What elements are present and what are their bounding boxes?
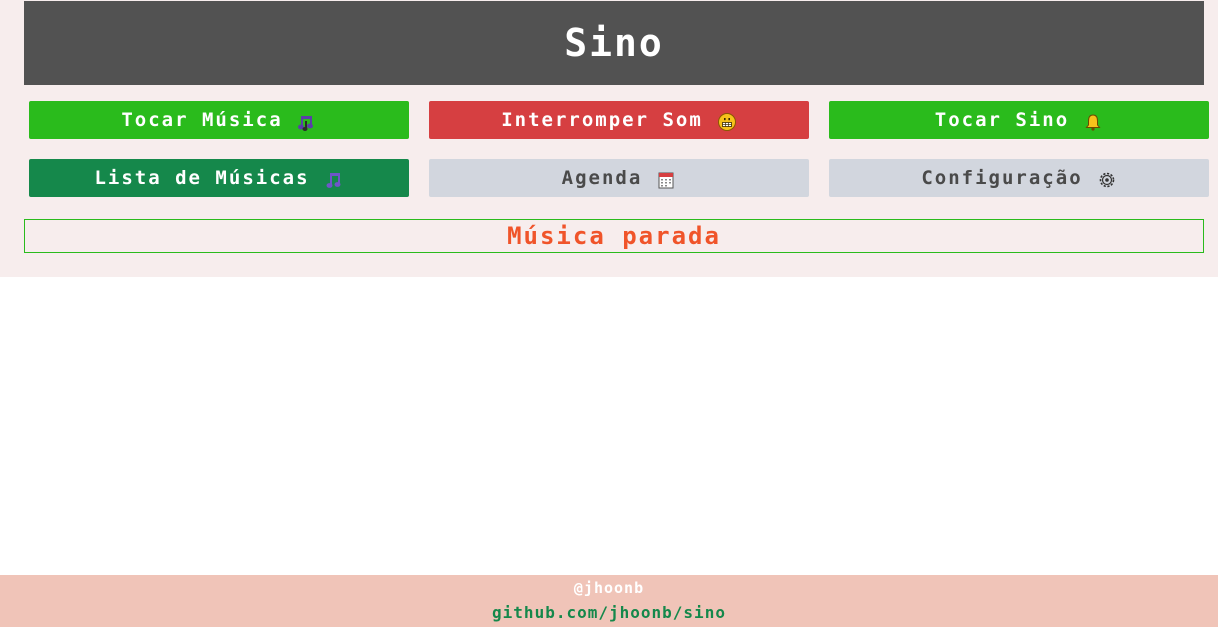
calendar-icon — [656, 170, 676, 190]
schedule-label: Agenda — [561, 167, 643, 189]
music-list-label: Lista de Músicas — [94, 167, 310, 189]
playback-status: Música parada — [24, 219, 1204, 253]
gear-icon — [1097, 170, 1117, 190]
stop-sound-label: Interromper Som — [501, 109, 703, 131]
app-header: Sino — [24, 1, 1204, 85]
play-music-button[interactable]: Tocar Música — [29, 101, 409, 139]
grimacing-face-icon — [717, 112, 737, 132]
bell-icon — [1083, 112, 1103, 132]
music-list-button[interactable]: Lista de Músicas — [29, 159, 409, 197]
ring-bell-button[interactable]: Tocar Sino — [829, 101, 1209, 139]
settings-label: Configuração — [921, 167, 1083, 189]
play-music-label: Tocar Música — [121, 109, 283, 131]
stop-sound-button[interactable]: Interromper Som — [429, 101, 809, 139]
footer-username: @jhoonb — [573, 579, 645, 597]
ring-bell-label: Tocar Sino — [934, 109, 1070, 131]
schedule-button[interactable]: Agenda — [429, 159, 809, 197]
music-note-icon — [324, 170, 344, 190]
playback-status-text: Música parada — [507, 222, 721, 250]
settings-button[interactable]: Configuração — [829, 159, 1209, 197]
app-panel: Sino Tocar Música Interromper Som Tocar … — [0, 0, 1218, 277]
music-notes-icon — [297, 112, 317, 132]
footer-github-link[interactable]: github.com/jhoonb/sino — [0, 603, 1218, 622]
app-title: Sino — [564, 21, 664, 65]
page-footer: @jhoonb github.com/jhoonb/sino — [0, 575, 1218, 627]
